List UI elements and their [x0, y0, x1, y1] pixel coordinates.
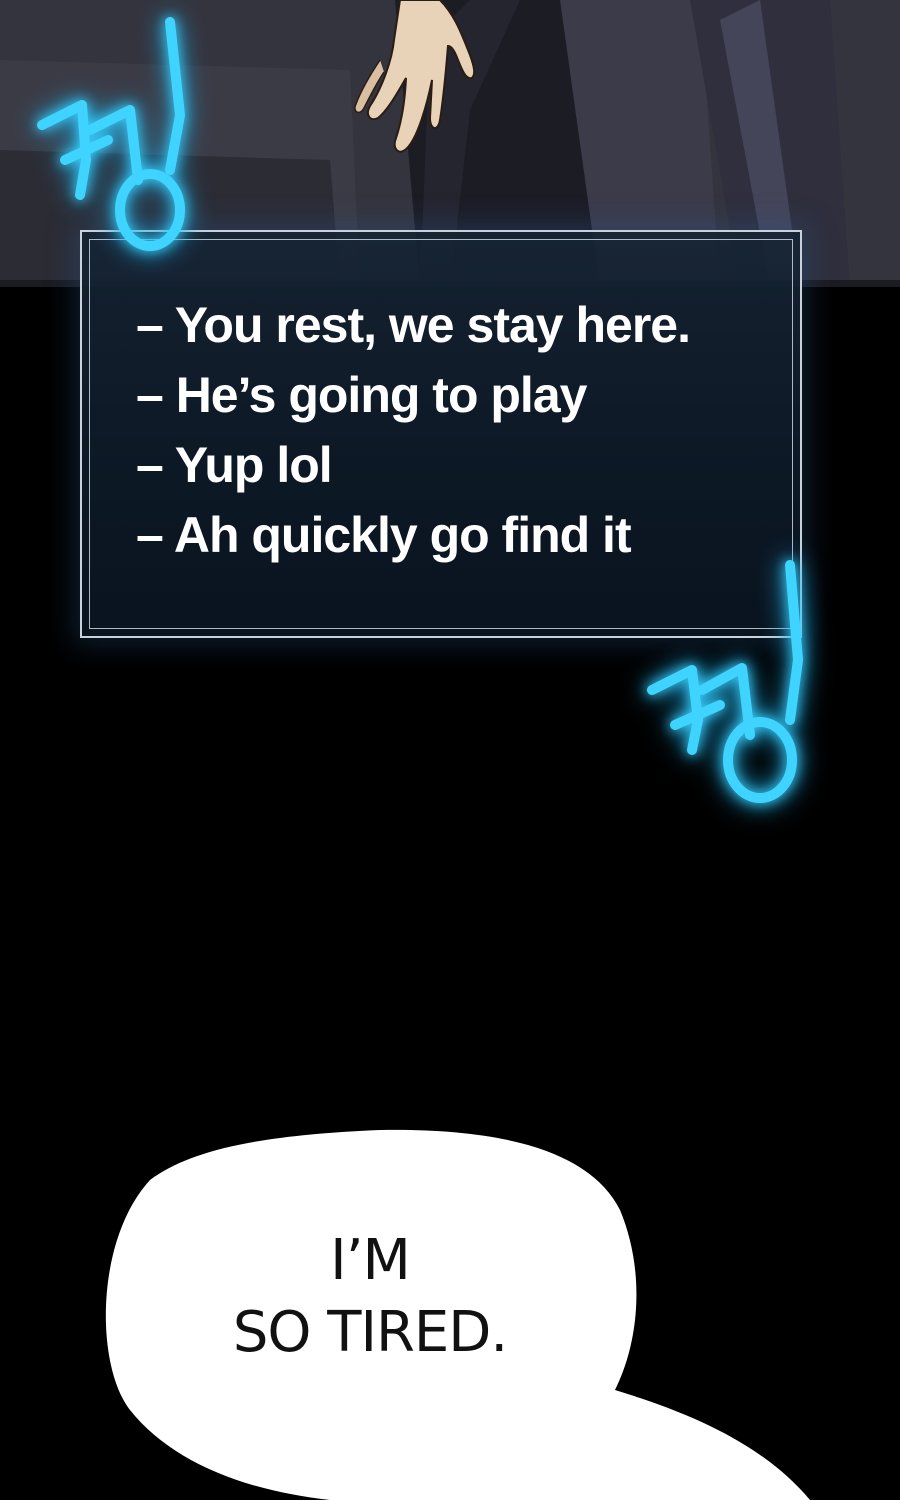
- speech-line: SO TIRED.: [232, 1300, 508, 1365]
- comic-page: – You rest, we stay here. – He’s going t…: [0, 0, 900, 1500]
- speech-bubble-text: I’M SO TIRED.: [170, 1225, 570, 1369]
- speech-line: I’M: [330, 1228, 411, 1293]
